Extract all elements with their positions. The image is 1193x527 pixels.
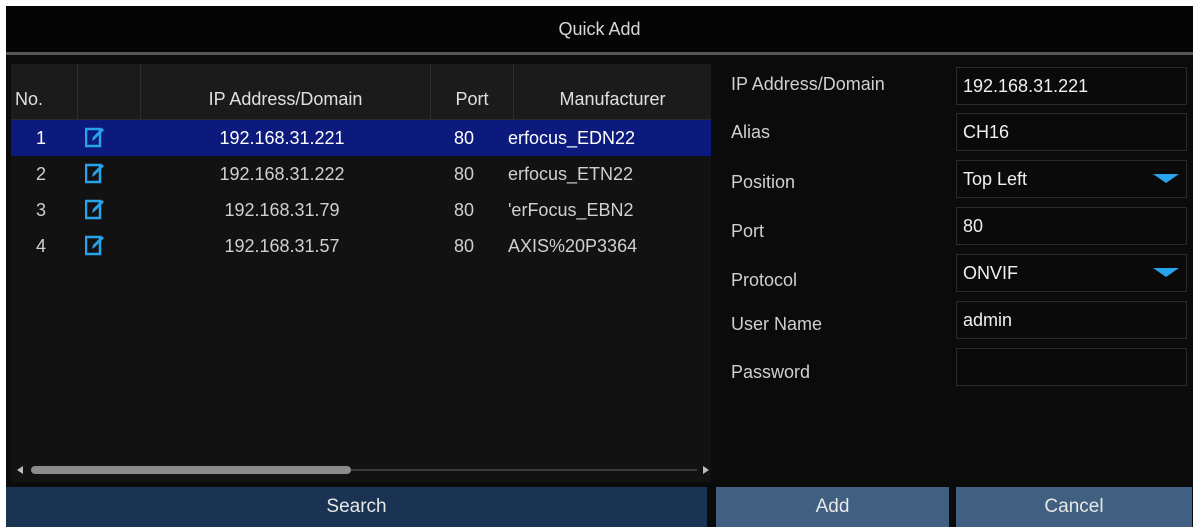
protocol-select[interactable]: ONVIF — [956, 254, 1187, 292]
chevron-down-icon — [1153, 174, 1179, 183]
header-no[interactable]: No. — [11, 64, 78, 120]
scroll-left-arrow[interactable] — [17, 466, 23, 474]
row-port: 80 — [453, 128, 475, 148]
quick-add-dialog: Quick Add No. IP Address/Domain Port Man… — [6, 6, 1193, 527]
add-button[interactable]: Add — [716, 487, 949, 527]
row-ip-address: 192.168.31.57 — [224, 236, 340, 256]
row-manufacturer: 'erFocus_EBN2 — [508, 200, 634, 220]
ip-address-label: IP Address/Domain — [731, 74, 885, 94]
protocol-label: Protocol — [731, 270, 798, 290]
port-label: Port — [731, 221, 765, 241]
row-manufacturer: erfocus_EDN22 — [508, 128, 636, 148]
row-port: 80 — [453, 164, 475, 184]
header-ip-address[interactable]: IP Address/Domain — [141, 64, 431, 120]
row-ip-address: 192.168.31.79 — [224, 200, 340, 220]
row-port: 80 — [453, 200, 475, 220]
row-manufacturer: erfocus_ETN22 — [508, 164, 634, 184]
password-label: Password — [731, 362, 811, 382]
dialog-title: Quick Add — [6, 6, 1193, 52]
position-dropdown-button[interactable] — [1146, 161, 1186, 197]
header-port[interactable]: Port — [431, 64, 514, 120]
row-number: 4 — [35, 236, 46, 256]
row-number: 2 — [35, 164, 46, 184]
device-list: No. IP Address/Domain Port Manufacturer … — [11, 64, 711, 482]
ip-address-field[interactable]: 192.168.31.221 — [956, 67, 1187, 105]
protocol-dropdown-button[interactable] — [1146, 255, 1186, 291]
row-number: 3 — [35, 200, 46, 220]
header-edit[interactable] — [78, 64, 141, 120]
search-button[interactable]: Search — [6, 487, 707, 527]
row-number: 1 — [35, 128, 46, 148]
edit-icon[interactable] — [77, 228, 117, 264]
position-value: Top Left — [963, 169, 1028, 189]
alias-field[interactable]: CH16 — [956, 113, 1187, 151]
edit-icon[interactable] — [77, 156, 117, 192]
table-row[interactable]: 3 192.168.31.79 80 'erFocus_EBN2 — [11, 192, 711, 228]
row-ip-address: 192.168.31.222 — [219, 164, 345, 184]
row-port: 80 — [453, 236, 475, 256]
cancel-button[interactable]: Cancel — [956, 487, 1192, 527]
table-row[interactable]: 4 192.168.31.57 80 AXIS%20P3364 — [11, 228, 711, 264]
chevron-down-icon — [1153, 268, 1179, 277]
edit-icon[interactable] — [77, 192, 117, 228]
alias-label: Alias — [731, 122, 771, 142]
protocol-value: ONVIF — [963, 263, 1019, 283]
position-select[interactable]: Top Left — [956, 160, 1187, 198]
position-label: Position — [731, 172, 796, 192]
scroll-right-arrow[interactable] — [703, 466, 709, 474]
row-ip-address: 192.168.31.221 — [219, 128, 345, 148]
table-row[interactable]: 1 192.168.31.221 80 erfocus_EDN22 — [11, 120, 711, 156]
row-manufacturer: AXIS%20P3364 — [508, 236, 638, 256]
header-manufacturer[interactable]: Manufacturer — [514, 64, 711, 120]
title-divider — [6, 52, 1193, 55]
edit-icon[interactable] — [77, 120, 117, 156]
username-field[interactable]: admin — [956, 301, 1187, 339]
port-field[interactable]: 80 — [956, 207, 1187, 245]
password-field[interactable] — [956, 348, 1187, 386]
scroll-thumb[interactable] — [31, 466, 351, 474]
table-row[interactable]: 2 192.168.31.222 80 erfocus_ETN22 — [11, 156, 711, 192]
horizontal-scrollbar[interactable] — [11, 463, 711, 477]
username-label: User Name — [731, 314, 823, 334]
